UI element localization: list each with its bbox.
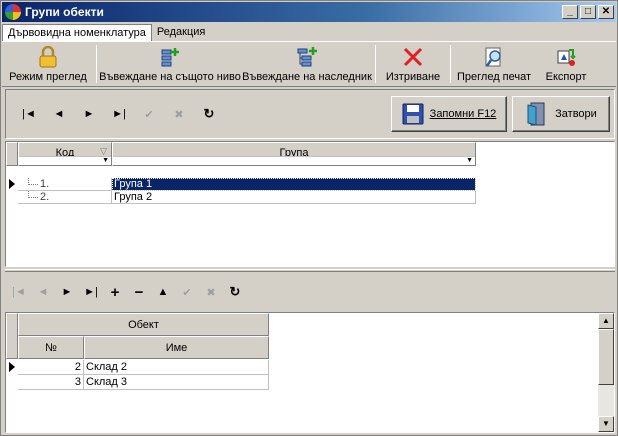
nav-delete-button[interactable]: − xyxy=(127,280,151,304)
nav-refresh-button[interactable]: ↻ xyxy=(223,280,247,304)
table-row-name[interactable]: Склад 3 xyxy=(84,375,269,390)
col-header-code[interactable]: Код ▽ ▼ xyxy=(18,142,112,166)
tree-line xyxy=(28,191,38,198)
current-row-indicator xyxy=(9,179,15,189)
ribbon-separator xyxy=(96,45,97,83)
ribbon-separator xyxy=(450,45,451,83)
window-title: Групи обекти xyxy=(25,5,104,19)
ribbon-separator xyxy=(375,45,376,83)
tab-edit[interactable]: Редакция xyxy=(152,24,210,41)
objects-navigator: |◄ ◄ ► ►| + − ▲ ✔ ✖ ↻ xyxy=(5,273,615,311)
nav-refresh-button[interactable]: ↻ xyxy=(194,102,224,126)
code-filter-dropdown-icon[interactable]: ▼ xyxy=(19,156,111,165)
insert-child-icon xyxy=(296,46,318,68)
export-button[interactable]: Експорт xyxy=(535,42,597,86)
table-row-group[interactable]: Група 1 xyxy=(112,178,476,191)
nav-next-button[interactable]: ► xyxy=(55,280,79,304)
nav-up-button[interactable]: ▲ xyxy=(151,280,175,304)
col-header-name[interactable]: Име xyxy=(84,336,269,359)
nav-cancel-button[interactable]: ✖ xyxy=(164,102,194,126)
export-label: Експорт xyxy=(545,71,587,83)
tab-tree-nomenclature[interactable]: Дървовидна номенклатура xyxy=(2,24,152,41)
grid-indicator-header xyxy=(6,142,18,166)
app-icon xyxy=(5,4,21,20)
insert-same-level-button[interactable]: Въвеждане на същото ниво xyxy=(99,42,241,86)
objects-grid: Обект № Име 2 Склад 2 3 Склад 3 ▲ ▼ xyxy=(5,312,615,433)
nav-post-button[interactable]: ✔ xyxy=(134,102,164,126)
tree-line xyxy=(28,178,38,185)
maximize-button[interactable]: □ xyxy=(580,5,596,19)
nav-prev-button[interactable]: ◄ xyxy=(44,102,74,126)
close-button[interactable]: ✕ xyxy=(598,5,614,19)
grid-indicator-header xyxy=(6,313,18,359)
groups-navigator: |◄ ◄ ► ►| ✔ ✖ ↻ Запомни F12 Затвори xyxy=(5,89,615,139)
scroll-down-button[interactable]: ▼ xyxy=(598,416,614,432)
table-row-number[interactable]: 3 xyxy=(18,375,84,390)
save-button-label: Запомни F12 xyxy=(429,108,497,120)
table-row-group[interactable]: Група 2 xyxy=(112,191,476,204)
nav-insert-button[interactable]: + xyxy=(103,280,127,304)
close-form-label: Затвори xyxy=(555,108,597,120)
current-row-indicator xyxy=(9,362,15,372)
view-mode-label: Режим преглед xyxy=(9,71,87,83)
floppy-save-icon xyxy=(402,103,424,125)
scroll-thumb[interactable] xyxy=(598,329,614,385)
view-mode-button[interactable]: Режим преглед xyxy=(2,42,94,86)
insert-same-level-label: Въвеждане на същото ниво xyxy=(99,71,241,83)
save-button[interactable]: Запомни F12 xyxy=(391,96,507,132)
table-row-name[interactable]: Склад 2 xyxy=(84,360,269,375)
close-form-button[interactable]: Затвори xyxy=(512,96,610,132)
insert-child-button[interactable]: Въвеждане на наследник xyxy=(241,42,373,86)
insert-child-label: Въвеждане на наследник xyxy=(242,71,372,83)
print-preview-button[interactable]: Преглед печат xyxy=(453,42,535,86)
group-filter-dropdown-icon[interactable]: ▼ xyxy=(113,156,475,165)
nav-post-button[interactable]: ✔ xyxy=(175,280,199,304)
delete-label: Изтриване xyxy=(385,71,441,83)
minimize-button[interactable]: _ xyxy=(562,5,578,19)
ribbon-toolbar: Режим преглед Въвеждане на същото ниво В… xyxy=(2,41,616,87)
export-icon xyxy=(555,46,577,68)
vertical-scrollbar[interactable]: ▲ ▼ xyxy=(598,313,614,432)
lock-icon xyxy=(37,46,59,68)
delete-x-icon xyxy=(402,46,424,68)
table-row-code[interactable]: 1. xyxy=(18,178,112,191)
print-preview-icon xyxy=(483,46,505,68)
nav-last-button[interactable]: ►| xyxy=(104,102,134,126)
print-preview-label: Преглед печат xyxy=(456,71,532,83)
menu-bar: Дървовидна номенклатура Редакция xyxy=(2,23,616,41)
nav-last-button[interactable]: ►| xyxy=(79,280,103,304)
groups-grid: Код ▽ ▼ Група ▼ 1. Група 1 2. Група 2 xyxy=(5,141,615,267)
main-window: Групи обекти _ □ ✕ Дървовидна номенклату… xyxy=(0,0,618,436)
nav-next-button[interactable]: ► xyxy=(74,102,104,126)
col-header-group[interactable]: Група ▼ xyxy=(112,142,476,166)
table-row-number[interactable]: 2 xyxy=(18,360,84,375)
nav-first-button[interactable]: |◄ xyxy=(14,102,44,126)
scroll-up-button[interactable]: ▲ xyxy=(598,313,614,329)
nav-cancel-button[interactable]: ✖ xyxy=(199,280,223,304)
nav-first-button[interactable]: |◄ xyxy=(7,280,31,304)
exit-door-icon xyxy=(525,102,547,126)
insert-sibling-icon xyxy=(159,46,181,68)
delete-button[interactable]: Изтриване xyxy=(378,42,448,86)
table-row-code[interactable]: 2. xyxy=(18,191,112,204)
pane-splitter[interactable] xyxy=(5,269,615,272)
nav-prev-button[interactable]: ◄ xyxy=(31,280,55,304)
band-header-object: Обект xyxy=(18,313,269,336)
col-header-number[interactable]: № xyxy=(18,336,84,359)
title-bar[interactable]: Групи обекти _ □ ✕ xyxy=(2,2,616,22)
